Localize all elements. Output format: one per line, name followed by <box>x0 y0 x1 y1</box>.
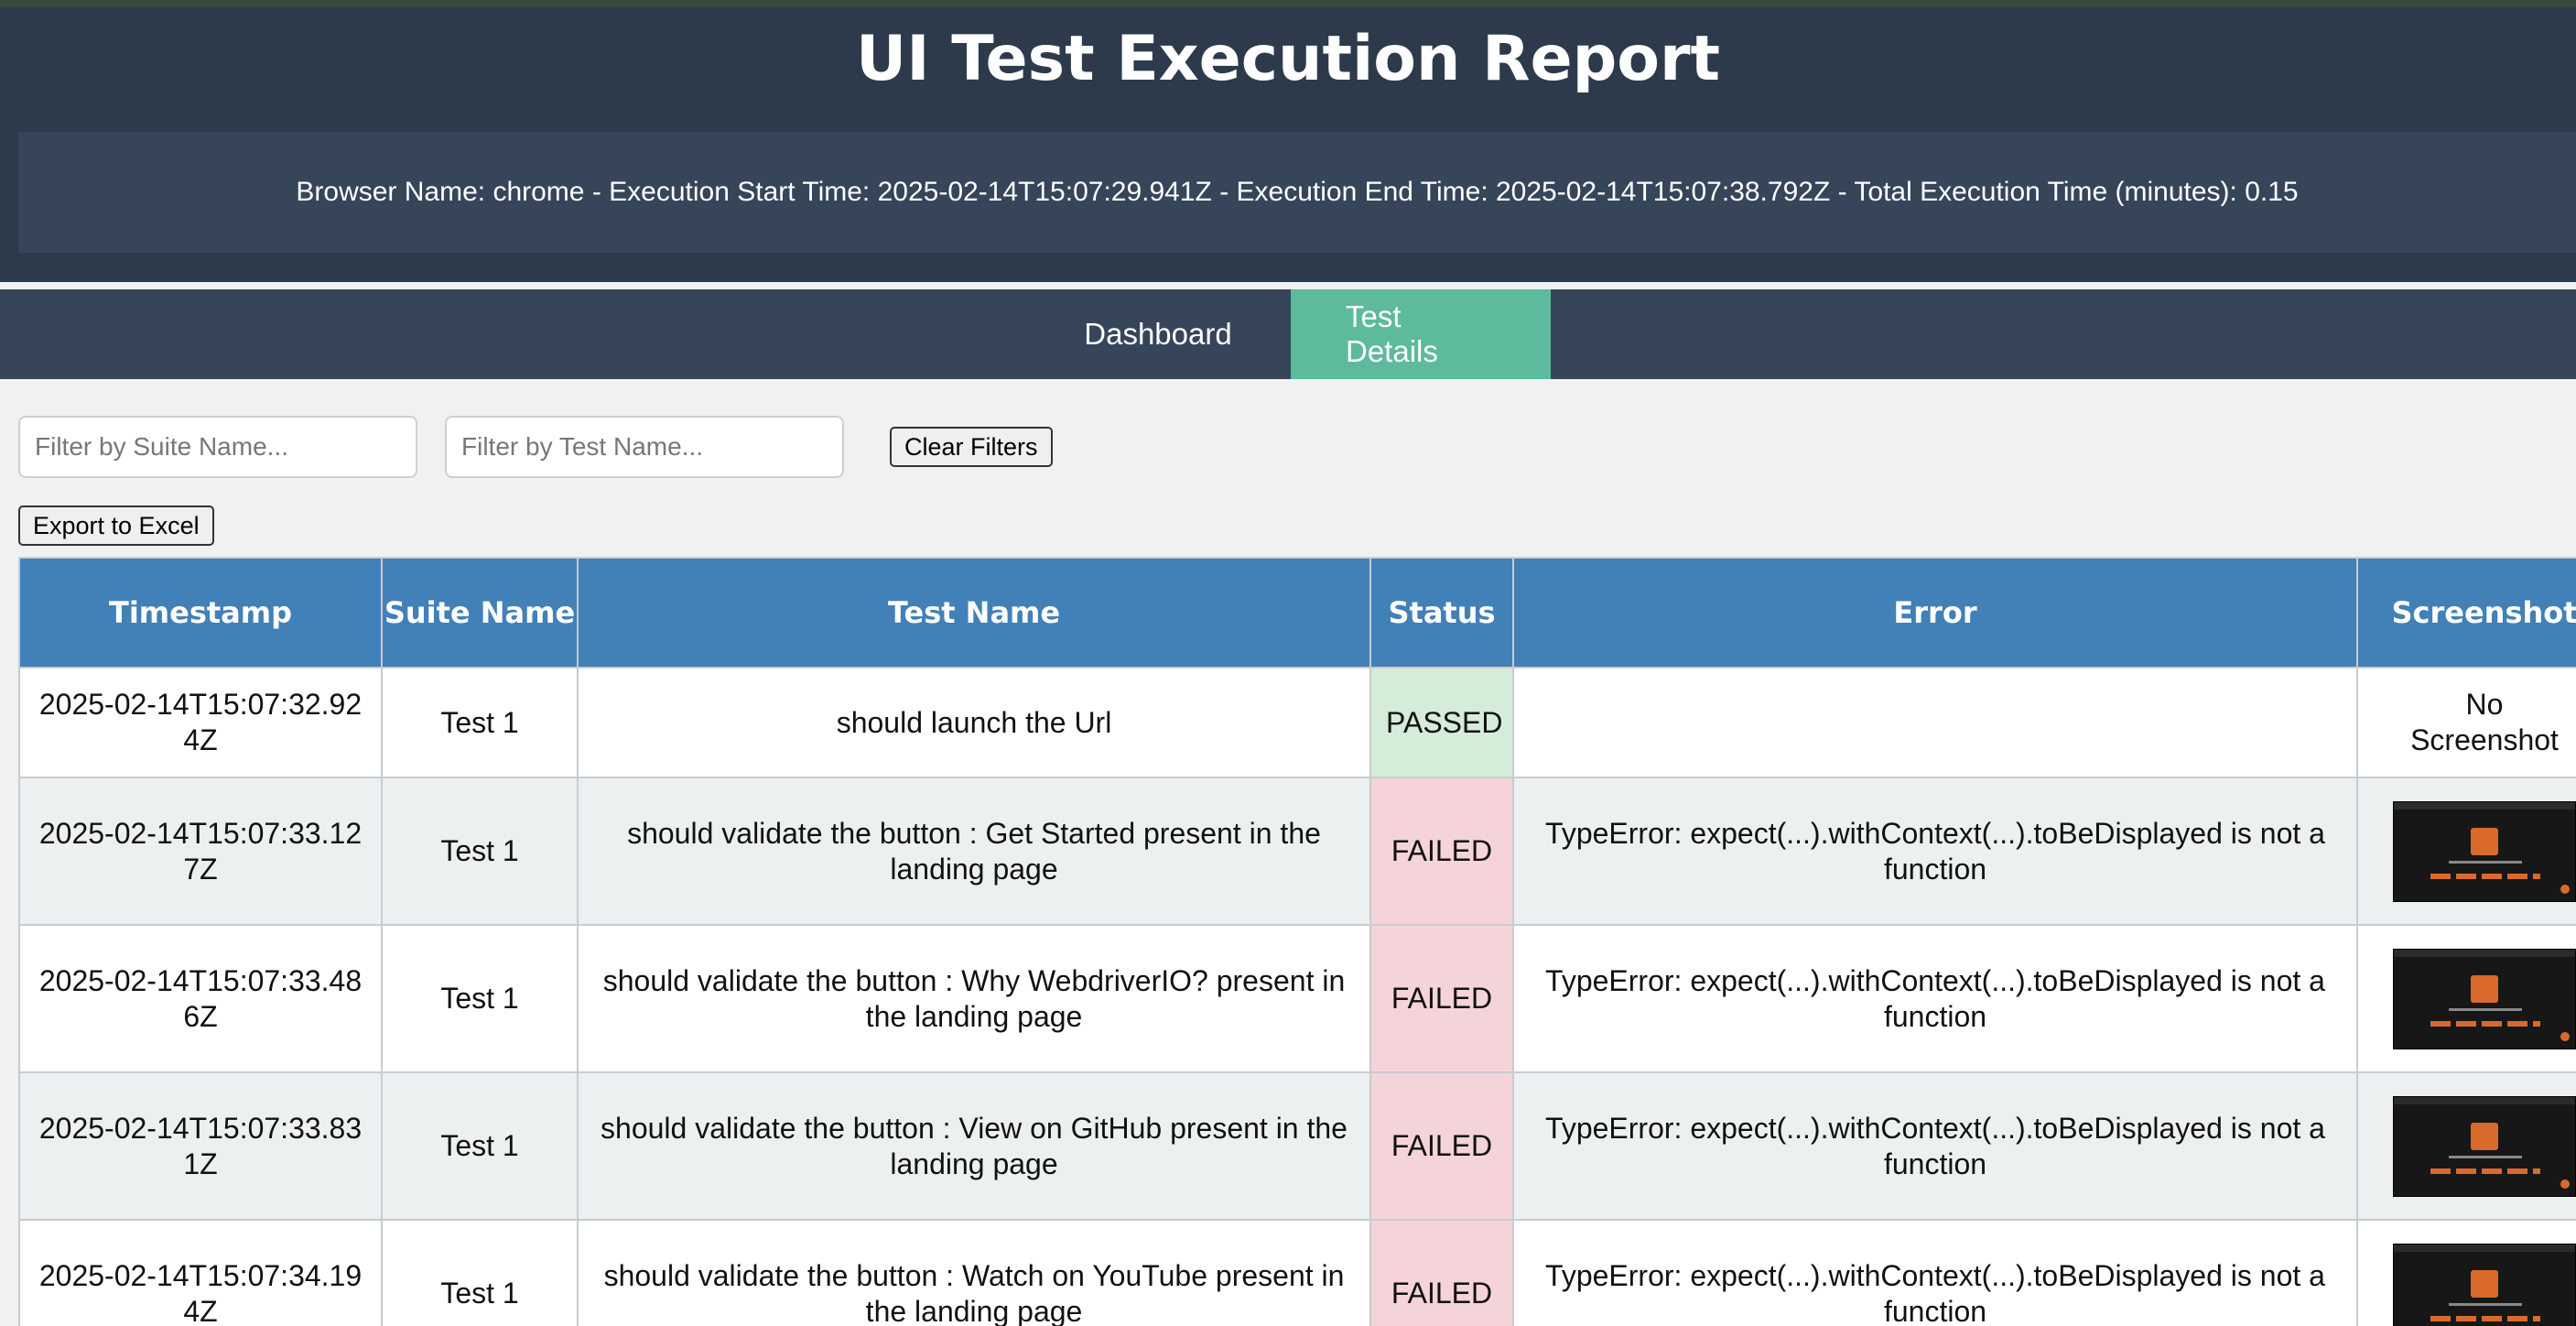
test-results-table-wrapper: Timestamp Suite Name Test Name Status Er… <box>18 557 2576 1326</box>
cell-status-passed: PASSED <box>1369 667 1514 778</box>
cell-screenshot: No Screenshot <box>2356 667 2576 778</box>
cell-status-failed: FAILED <box>1369 777 1514 926</box>
cell-test-name: should launch the Url <box>577 667 1371 778</box>
cell-screenshot <box>2356 1071 2576 1221</box>
cell-error: TypeError: expect(...).withContext(...).… <box>1512 1071 2358 1221</box>
cell-error: TypeError: expect(...).withContext(...).… <box>1512 924 2358 1073</box>
column-header-status[interactable]: Status <box>1369 557 1514 668</box>
cell-status-failed: FAILED <box>1369 1219 1514 1326</box>
cell-error: TypeError: expect(...).withContext(...).… <box>1512 777 2358 926</box>
cell-suite-name: Test 1 <box>381 667 579 778</box>
column-header-suite-name[interactable]: Suite Name <box>381 557 579 668</box>
screenshot-thumbnail[interactable] <box>2393 1243 2576 1326</box>
cell-error <box>1512 667 2358 778</box>
cell-test-name: should validate the button : Why Webdriv… <box>577 924 1371 1073</box>
test-results-table: Timestamp Suite Name Test Name Status Er… <box>18 557 2576 1326</box>
cell-screenshot <box>2356 924 2576 1073</box>
table-row: 2025-02-14T15:07:33.486Z Test 1 should v… <box>18 924 2576 1073</box>
screenshot-thumbnail[interactable] <box>2393 1095 2576 1197</box>
clear-filters-button[interactable]: Clear Filters <box>890 427 1053 467</box>
column-header-test-name[interactable]: Test Name <box>577 557 1371 668</box>
column-header-screenshot[interactable]: Screenshot <box>2356 557 2576 668</box>
cell-timestamp: 2025-02-14T15:07:33.127Z <box>18 777 383 926</box>
filters-bar: Clear Filters Export to Excel <box>0 379 2576 577</box>
test-name-filter-input[interactable] <box>445 416 844 478</box>
execution-info-text: Browser Name: chrome - Execution Start T… <box>296 177 2299 207</box>
screenshot-thumbnail[interactable] <box>2393 948 2576 1049</box>
tab-bar: Dashboard Test Details <box>0 289 2576 379</box>
column-header-error[interactable]: Error <box>1512 557 2358 668</box>
robot-logo-icon <box>2471 827 2498 855</box>
tab-test-details[interactable]: Test Details <box>1291 289 1551 379</box>
cell-suite-name: Test 1 <box>381 1071 579 1221</box>
robot-logo-icon <box>2471 974 2498 1003</box>
cell-suite-name: Test 1 <box>381 1219 579 1326</box>
cell-suite-name: Test 1 <box>381 924 579 1073</box>
cell-screenshot <box>2356 777 2576 926</box>
table-row: 2025-02-14T15:07:33.127Z Test 1 should v… <box>18 777 2576 926</box>
cell-suite-name: Test 1 <box>381 777 579 926</box>
cell-status-failed: FAILED <box>1369 924 1514 1073</box>
cell-timestamp: 2025-02-14T15:07:34.194Z <box>18 1219 383 1326</box>
cell-test-name: should validate the button : View on Git… <box>577 1071 1371 1221</box>
top-strip <box>0 0 2576 7</box>
page-title: UI Test Execution Report <box>856 23 1720 95</box>
suite-name-filter-input[interactable] <box>18 416 417 478</box>
report-header: UI Test Execution Report Browser Name: c… <box>0 7 2576 282</box>
tab-dashboard[interactable]: Dashboard <box>1025 289 1291 379</box>
cell-screenshot <box>2356 1219 2576 1326</box>
cell-timestamp: 2025-02-14T15:07:33.486Z <box>18 924 383 1073</box>
cell-test-name: should validate the button : Get Started… <box>577 777 1371 926</box>
robot-logo-icon <box>2471 1269 2498 1298</box>
robot-logo-icon <box>2471 1122 2498 1150</box>
execution-info: Browser Name: chrome - Execution Start T… <box>18 132 2576 253</box>
screenshot-thumbnail[interactable] <box>2393 800 2576 902</box>
cell-timestamp: 2025-02-14T15:07:33.831Z <box>18 1071 383 1221</box>
table-row: 2025-02-14T15:07:32.924Z Test 1 should l… <box>18 667 2576 778</box>
cell-status-failed: FAILED <box>1369 1071 1514 1221</box>
column-header-timestamp[interactable]: Timestamp <box>18 557 383 668</box>
cell-timestamp: 2025-02-14T15:07:32.924Z <box>18 667 383 778</box>
table-header-row: Timestamp Suite Name Test Name Status Er… <box>18 557 2576 668</box>
cell-test-name: should validate the button : Watch on Yo… <box>577 1219 1371 1326</box>
cell-error: TypeError: expect(...).withContext(...).… <box>1512 1219 2358 1326</box>
table-row: 2025-02-14T15:07:33.831Z Test 1 should v… <box>18 1071 2576 1221</box>
export-to-excel-button[interactable]: Export to Excel <box>18 505 214 546</box>
table-row: 2025-02-14T15:07:34.194Z Test 1 should v… <box>18 1219 2576 1326</box>
